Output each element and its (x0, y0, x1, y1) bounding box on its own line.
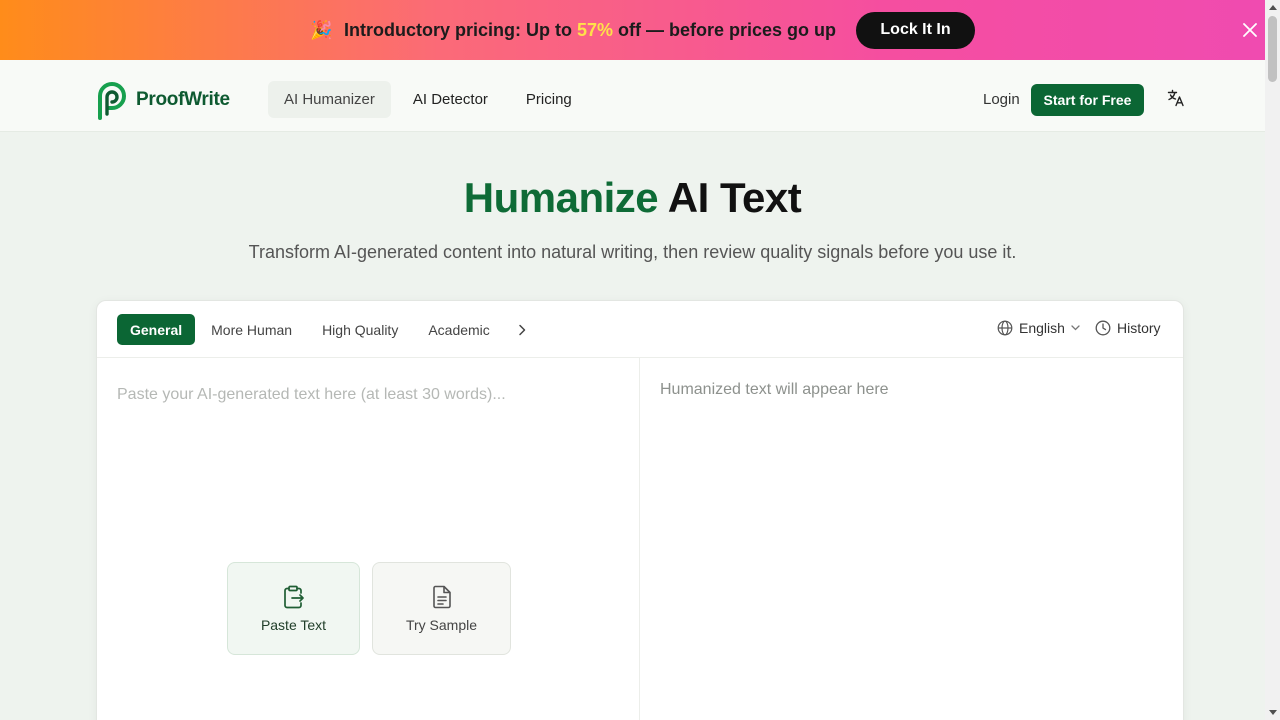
chevron-down-icon (1071, 325, 1080, 331)
paste-text-label: Paste Text (260, 616, 327, 633)
party-popper-icon: 🎉 (309, 19, 333, 40)
mode-tab-academic[interactable]: Academic (414, 314, 503, 345)
hero: Humanize AI Text Transform AI-generated … (0, 132, 1265, 302)
translate-icon[interactable] (1167, 89, 1185, 112)
lock-it-in-button[interactable]: Lock It In (856, 11, 976, 49)
history-label: History (1117, 320, 1161, 336)
language-selector[interactable]: English (997, 320, 1080, 336)
hero-subtitle: Transform AI-generated content into natu… (248, 242, 1017, 262)
promo-percent: 57% (576, 19, 613, 40)
history-button[interactable]: History (1095, 320, 1161, 336)
login-link[interactable]: Login (983, 91, 1020, 108)
logo[interactable]: ProofWrite (96, 80, 230, 120)
promo-banner: 🎉 Introductory pricing: Up to 57% off — … (0, 0, 1265, 60)
paste-text-button[interactable]: Paste Text (227, 562, 360, 655)
page-title: Humanize AI Text (463, 174, 802, 221)
output-pane: Humanized text will appear here (640, 358, 1185, 720)
scrollbar-thumb[interactable] (1268, 16, 1277, 82)
clipboard-paste-icon (283, 585, 304, 608)
try-sample-label: Try Sample (405, 616, 478, 633)
logo-mark-icon (98, 82, 126, 120)
mode-tab-general[interactable]: General (117, 314, 196, 345)
close-banner-icon[interactable] (1238, 18, 1262, 42)
clock-icon (1095, 320, 1111, 336)
scroll-down-icon[interactable] (1265, 705, 1280, 720)
nav-ai-humanizer[interactable]: AI Humanizer (268, 81, 391, 118)
main-nav: AI Humanizer AI Detector Pricing (268, 81, 588, 118)
humanizer-editor: General More Human High Quality Academic… (96, 300, 1184, 720)
editor-toolbar: General More Human High Quality Academic… (97, 301, 1183, 358)
chevron-right-icon[interactable] (508, 314, 536, 345)
mode-tab-high-quality[interactable]: High Quality (308, 314, 412, 345)
input-pane: Paste Text Try Sample (97, 358, 640, 720)
nav-pricing[interactable]: Pricing (510, 81, 588, 118)
document-icon (432, 585, 451, 608)
logo-text: ProofWrite (136, 89, 230, 110)
output-placeholder: Humanized text will appear here (660, 381, 889, 398)
page-scrollbar[interactable] (1265, 0, 1280, 720)
globe-icon (997, 320, 1013, 336)
language-label: English (1019, 320, 1065, 336)
ai-text-input[interactable] (117, 380, 617, 410)
scroll-up-icon[interactable] (1265, 0, 1280, 15)
mode-tab-more-human[interactable]: More Human (197, 314, 306, 345)
nav-ai-detector[interactable]: AI Detector (397, 81, 504, 118)
mode-tabs: General More Human High Quality Academic (117, 314, 536, 345)
try-sample-button[interactable]: Try Sample (372, 562, 511, 655)
start-for-free-button[interactable]: Start for Free (1031, 84, 1144, 116)
promo-message: Introductory pricing: Up to 57% off — be… (343, 19, 837, 40)
